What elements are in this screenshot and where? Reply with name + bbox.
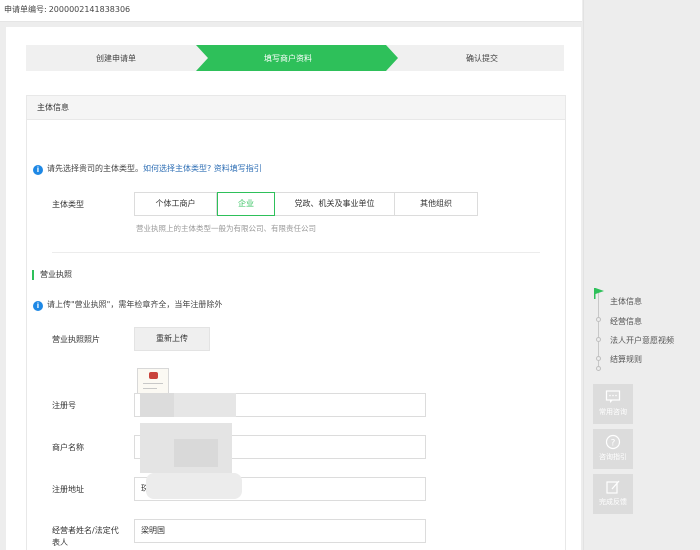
edit-icon — [606, 480, 620, 494]
right-panel: 主体信息 经营信息 法人开户意愿视频 结算规则 常用咨询 ? 咨询指引 完成反馈 — [583, 0, 700, 550]
nav-item-settlement-rules[interactable]: 结算规则 — [610, 354, 642, 365]
legal-rep-label-line1: 经营者姓名/法定代 — [52, 526, 119, 535]
question-icon: ? — [605, 434, 621, 450]
thumb-line — [143, 383, 163, 384]
license-photo-label: 营业执照照片 — [52, 335, 100, 344]
nav-dot — [596, 366, 601, 371]
guide-button-label: 咨询指引 — [599, 453, 627, 461]
consult-button[interactable]: 常用咨询 — [593, 384, 633, 424]
nav-item-subject-info[interactable]: 主体信息 — [610, 296, 642, 307]
subject-type-other[interactable]: 其他组织 — [395, 193, 477, 215]
guide-button[interactable]: ? 咨询指引 — [593, 429, 633, 469]
info-icon: i — [33, 165, 43, 175]
address-label: 注册地址 — [52, 485, 84, 494]
privacy-blur — [146, 473, 242, 499]
step-fill-merchant-info: 填写商户资料 — [264, 54, 312, 63]
page-header: 申请单编号: 2000002141838306 — [0, 0, 582, 22]
subject-type-enterprise[interactable]: 企业 — [217, 192, 275, 216]
license-notice: i 请上传"营业执照"，需年检章齐全，当年注册除外 — [33, 299, 222, 311]
info-icon: i — [33, 301, 43, 311]
step-confirm-submit: 确认提交 — [466, 54, 498, 63]
subject-type-label: 主体类型 — [52, 200, 84, 209]
step-create-application: 创建申请单 — [96, 54, 136, 63]
subject-type-government[interactable]: 党政、机关及事业单位 — [275, 193, 395, 215]
section-divider — [52, 252, 540, 253]
subject-notice: i 请先选择贵司的主体类型。如何选择主体类型? 资料填写指引 — [33, 163, 262, 175]
flag-icon — [594, 288, 604, 299]
merchant-name-label: 商户名称 — [52, 443, 84, 452]
subject-type-selector: 个体工商户 企业 党政、机关及事业单位 其他组织 — [134, 192, 478, 216]
privacy-blur — [174, 439, 218, 467]
nav-item-business-info[interactable]: 经营信息 — [610, 316, 642, 327]
subject-guide-link[interactable]: 如何选择主体类型? 资料填写指引 — [143, 164, 262, 173]
feedback-button[interactable]: 完成反馈 — [593, 474, 633, 514]
nav-dot — [596, 337, 601, 342]
main-card: 创建申请单 填写商户资料 确认提交 主体信息 i 请先选择贵司的主体类型。如何选择… — [6, 27, 581, 550]
nav-dot — [596, 317, 601, 322]
reupload-button[interactable]: 重新上传 — [134, 327, 210, 351]
license-seal-mark — [149, 372, 158, 379]
nav-dot — [596, 356, 601, 361]
svg-text:?: ? — [611, 439, 616, 449]
progress-steps: 创建申请单 填写商户资料 确认提交 — [26, 45, 564, 71]
consult-button-label: 常用咨询 — [599, 408, 627, 416]
legal-rep-label-line2: 表人 — [52, 538, 68, 547]
subject-type-individual[interactable]: 个体工商户 — [135, 193, 217, 215]
privacy-blur — [174, 393, 236, 417]
nav-item-legal-video[interactable]: 法人开户意愿视频 — [610, 335, 674, 346]
section-title: 主体信息 — [27, 96, 565, 120]
feedback-button-label: 完成反馈 — [599, 498, 627, 506]
reg-no-label: 注册号 — [52, 401, 76, 410]
thumb-line — [143, 388, 157, 389]
application-number-label: 申请单编号: — [4, 5, 47, 14]
legal-rep-input[interactable]: 梁明国 — [134, 519, 426, 543]
application-number-value: 2000002141838306 — [48, 5, 131, 14]
application-number: 申请单编号: 2000002141838306 — [4, 4, 130, 15]
chat-icon — [605, 390, 621, 403]
legal-rep-label: 经营者姓名/法定代 表人 — [52, 525, 119, 549]
license-notice-text: 请上传"营业执照"，需年检章齐全，当年注册除外 — [47, 300, 223, 309]
license-title: 营业执照 — [32, 270, 72, 280]
subject-notice-text: 请先选择贵司的主体类型。 — [47, 164, 143, 173]
subject-type-hint: 营业执照上的主体类型一般为有限公司、有限责任公司 — [136, 224, 316, 233]
